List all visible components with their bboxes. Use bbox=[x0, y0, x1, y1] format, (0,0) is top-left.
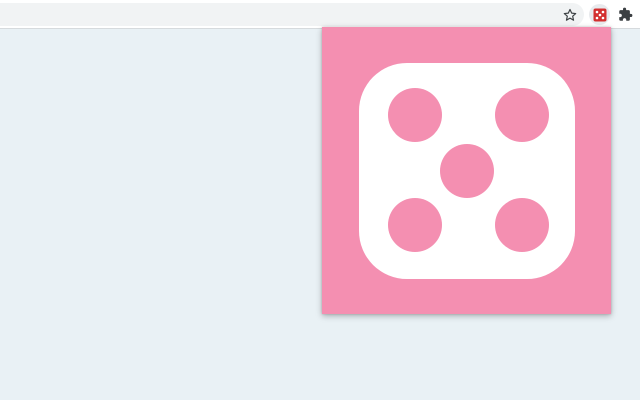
address-bar[interactable] bbox=[0, 3, 584, 26]
browser-toolbar bbox=[0, 0, 640, 29]
dice-extension-button[interactable] bbox=[589, 4, 610, 25]
dice-face-five-icon[interactable] bbox=[322, 27, 611, 314]
dice-icon bbox=[593, 8, 606, 21]
bookmark-star-button[interactable] bbox=[559, 4, 580, 25]
die-pip-top-right bbox=[495, 88, 549, 142]
die-pip-bottom-left bbox=[388, 198, 442, 252]
extension-popup bbox=[322, 27, 611, 314]
die-pip-bottom-right bbox=[495, 198, 549, 252]
puzzle-icon bbox=[619, 7, 633, 21]
extensions-menu-button[interactable] bbox=[615, 4, 636, 25]
star-icon bbox=[563, 8, 576, 21]
die-pip-top-left bbox=[388, 88, 442, 142]
die-pip-center bbox=[440, 144, 494, 198]
